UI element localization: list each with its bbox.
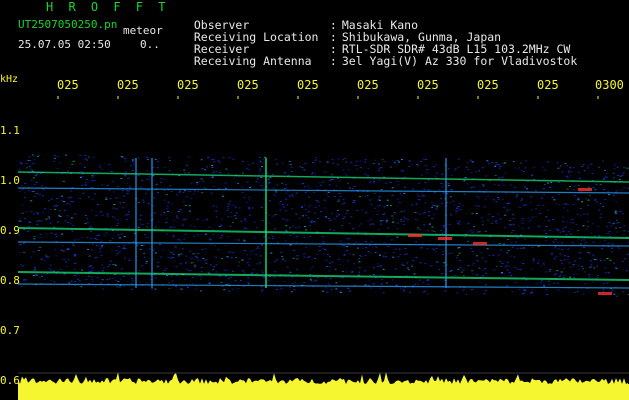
power-trace <box>18 372 629 400</box>
meta-value: 3el Yagi(V) Az 330 for Vladivostok <box>341 54 578 68</box>
x-tick-label: 025 <box>237 78 259 92</box>
signal-traces <box>18 158 629 295</box>
y-tick-label: 0.7 <box>0 324 20 337</box>
y-axis-unit: kHz <box>0 74 19 85</box>
y-tick-label: 0.8 <box>0 274 20 287</box>
x-tick-label: 025 <box>537 78 559 92</box>
meta-row-antenna: Receiving Antenna:3el Yagi(V) Az 330 for… <box>193 54 578 68</box>
x-tick-label: 025 <box>57 78 79 92</box>
y-tick-label: 0.9 <box>0 224 20 237</box>
file-tag-label: meteor <box>123 24 163 37</box>
meta-label: Receiving Antenna <box>193 54 312 68</box>
datetime-suffix: 0.. <box>140 38 160 51</box>
axis-tick-marks <box>57 96 599 99</box>
x-tick-label: 025 <box>177 78 199 92</box>
app-title: H R O F F T <box>46 0 170 14</box>
filename-label: UT2507050250.pn <box>18 18 118 31</box>
x-tick-label: 025 <box>417 78 439 92</box>
datetime-label: 25.07.05 02:50 <box>18 38 111 51</box>
y-tick-label: 0.6 <box>0 374 20 387</box>
x-tick-label: 025 <box>297 78 319 92</box>
x-tick-label: 025 <box>357 78 379 92</box>
x-tick-label: 025 <box>117 78 139 92</box>
y-tick-label: 1.0 <box>0 174 20 187</box>
y-tick-label: 1.1 <box>0 124 20 137</box>
x-tick-label: 0300 <box>595 78 624 92</box>
x-tick-label: 025 <box>477 78 499 92</box>
spectrogram-waterfall <box>18 96 629 400</box>
